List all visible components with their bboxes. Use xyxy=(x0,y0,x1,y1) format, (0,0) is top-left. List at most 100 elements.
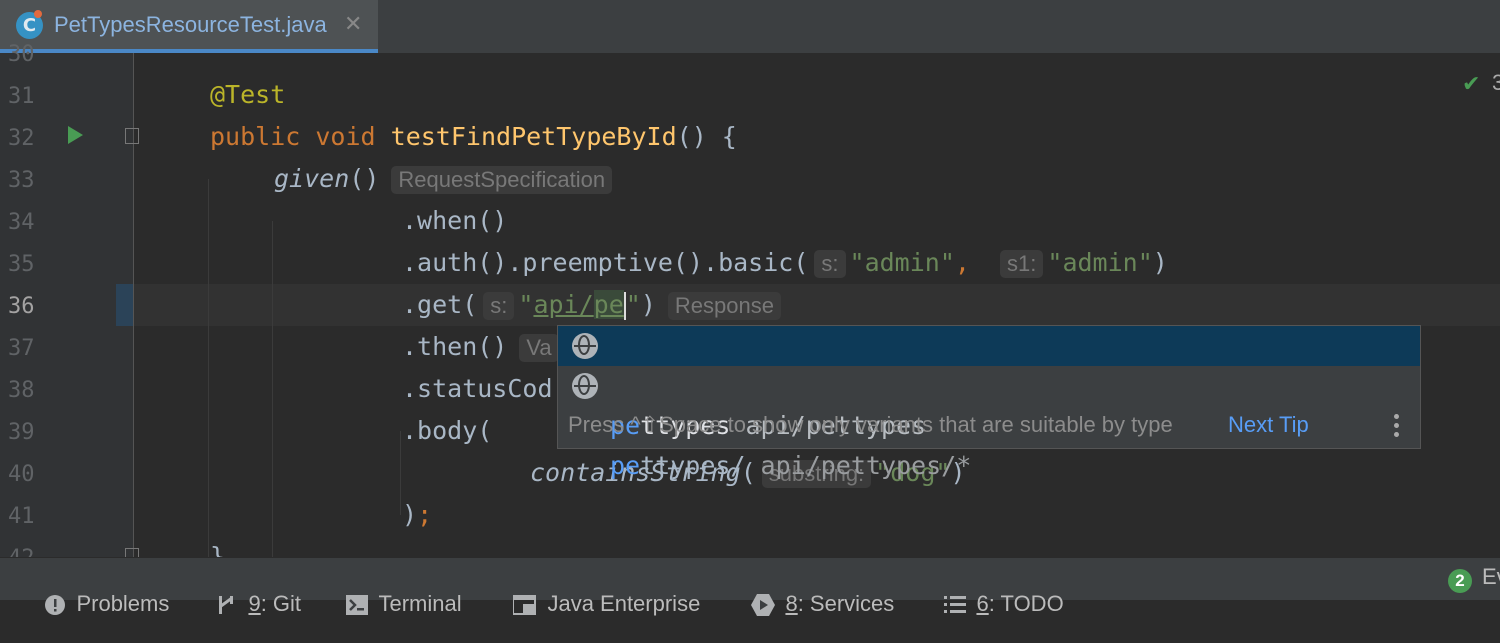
code-line-34: .when() xyxy=(402,200,507,242)
indent-guide xyxy=(272,221,273,557)
completion-match: pe xyxy=(610,451,641,480)
type-hint: Va xyxy=(519,334,559,362)
indent-guide xyxy=(400,431,401,515)
punct-token: ) xyxy=(1152,248,1168,277)
close-icon[interactable]: ✕ xyxy=(344,12,362,37)
punct-token: () { xyxy=(676,122,737,151)
line-number-current: 36 xyxy=(8,294,35,319)
services-icon xyxy=(751,594,776,617)
tool-window-key: 9 xyxy=(248,591,261,616)
string-token: " xyxy=(518,290,534,319)
todo-icon xyxy=(944,596,967,614)
punct-token: , xyxy=(954,248,970,277)
line-number: 32 xyxy=(8,126,35,151)
code-line-36: .get(s: "api/pe") Response xyxy=(402,284,781,326)
completion-text: ttypes/ xyxy=(640,451,746,480)
line-number: 31 xyxy=(8,84,35,109)
keyword-token: void xyxy=(315,122,376,151)
code-line-35: .auth().preemptive().basic(s: "admin", s1… xyxy=(402,242,1168,284)
url-token: api/ xyxy=(533,290,594,319)
chain-call-token: .auth().preemptive().basic( xyxy=(402,248,809,277)
chain-call-token: .body( xyxy=(402,416,493,445)
method-name-token: testFindPetTypeById xyxy=(390,122,677,151)
line-number: 35 xyxy=(8,252,35,277)
tool-window-terminal[interactable]: Terminal xyxy=(322,565,462,643)
tool-window-key: 6 xyxy=(976,591,989,616)
punct-token: ) xyxy=(640,290,656,319)
punct-token: () xyxy=(349,164,380,193)
tool-window-label: : TODO xyxy=(988,591,1064,616)
caret-line-highlight xyxy=(134,284,1500,326)
inspections-ok-icon[interactable]: ✔ xyxy=(1462,72,1480,97)
code-line-32: public void testFindPetTypeById() { xyxy=(210,116,737,158)
code-line-31: @Test xyxy=(210,74,285,116)
globe-icon xyxy=(572,333,598,359)
event-log-badge[interactable]: 2 xyxy=(1448,569,1472,593)
tool-window-label: Terminal xyxy=(378,591,462,616)
indent-guide xyxy=(208,179,209,557)
tool-window-problems[interactable]: Problems xyxy=(20,565,169,643)
tool-window-key: 8 xyxy=(785,591,798,616)
line-number: 38 xyxy=(8,378,35,403)
next-tip-link[interactable]: Next Tip xyxy=(1228,412,1309,438)
punct-token: } xyxy=(210,542,226,557)
tool-window-label: Problems xyxy=(76,591,170,616)
test-marker-icon xyxy=(34,10,42,18)
more-options-icon[interactable] xyxy=(1394,414,1400,441)
keyword-token: public xyxy=(210,122,301,151)
tool-window-git[interactable]: 9: Git xyxy=(192,565,301,643)
completion-item[interactable]: pettypes/ api/pettypes/* xyxy=(558,366,1420,480)
tool-window-label: : Git xyxy=(260,591,302,616)
tool-window-java-enterprise[interactable]: Java Enterprise xyxy=(489,565,700,643)
tool-window-services[interactable]: 8: Services xyxy=(727,565,894,643)
editor-tab[interactable]: C PetTypesResourceTest.java ✕ xyxy=(0,0,378,53)
url-typed-token: pe xyxy=(593,290,624,319)
type-hint: RequestSpecification xyxy=(391,166,613,194)
caret-line-gutter-highlight xyxy=(116,284,133,326)
git-icon xyxy=(219,596,234,615)
chain-call-token: .statusCod xyxy=(402,374,553,403)
line-number: 37 xyxy=(8,336,35,361)
annotation-token: @Test xyxy=(210,80,286,109)
tab-file-name: PetTypesResourceTest.java xyxy=(54,12,327,37)
code-line-42: } xyxy=(210,536,225,557)
code-line-41: ); xyxy=(402,494,432,536)
string-token: "admin" xyxy=(1047,248,1153,277)
code-line-37: .then() Va xyxy=(402,326,559,368)
punct-token: ) xyxy=(402,500,418,529)
tool-window-todo[interactable]: 6: TODO xyxy=(920,565,1064,643)
static-call-token: given xyxy=(274,164,350,193)
java-enterprise-icon xyxy=(513,595,537,616)
code-line-38: .statusCod xyxy=(402,368,553,410)
event-log-label[interactable]: Ev xyxy=(1482,564,1500,590)
globe-icon xyxy=(572,373,598,399)
punct-token: ; xyxy=(417,500,433,529)
inspections-count[interactable]: 3 xyxy=(1492,70,1500,96)
chain-call-token: .when() xyxy=(402,206,508,235)
param-hint: s: xyxy=(814,250,846,278)
tool-window-label: Java Enterprise xyxy=(547,591,701,616)
line-number: 33 xyxy=(8,168,35,193)
completion-footer-hint: Press ^⇧Space to show only variants that… xyxy=(568,412,1173,437)
completion-item[interactable]: pettypes api/pettypes xyxy=(558,326,1420,440)
code-line-33: given() RequestSpecification xyxy=(274,158,613,200)
problems-icon xyxy=(45,595,66,616)
param-hint: s: xyxy=(483,292,515,320)
editor-tab-bar: C PetTypesResourceTest.java ✕ xyxy=(0,0,1500,53)
type-hint: Response xyxy=(667,292,781,320)
completion-tail: api/pettypes/* xyxy=(760,451,972,480)
terminal-icon xyxy=(346,595,369,616)
tool-window-bar: Problems 9: Git Terminal Java Enterprise… xyxy=(0,557,1500,617)
chain-call-token: .then() xyxy=(402,332,508,361)
param-hint: s1: xyxy=(1000,250,1044,278)
string-token: " xyxy=(625,290,641,319)
line-number: 30 xyxy=(8,42,35,67)
line-number: 39 xyxy=(8,420,35,445)
run-test-icon[interactable] xyxy=(68,126,83,144)
tool-window-label: : Services xyxy=(797,591,895,616)
line-number: 40 xyxy=(8,462,35,487)
line-number: 41 xyxy=(8,504,35,529)
line-number: 34 xyxy=(8,210,35,235)
code-line-39: .body( xyxy=(402,410,492,452)
completion-popup: pettypes api/pettypes pettypes/ api/pett… xyxy=(557,325,1421,480)
